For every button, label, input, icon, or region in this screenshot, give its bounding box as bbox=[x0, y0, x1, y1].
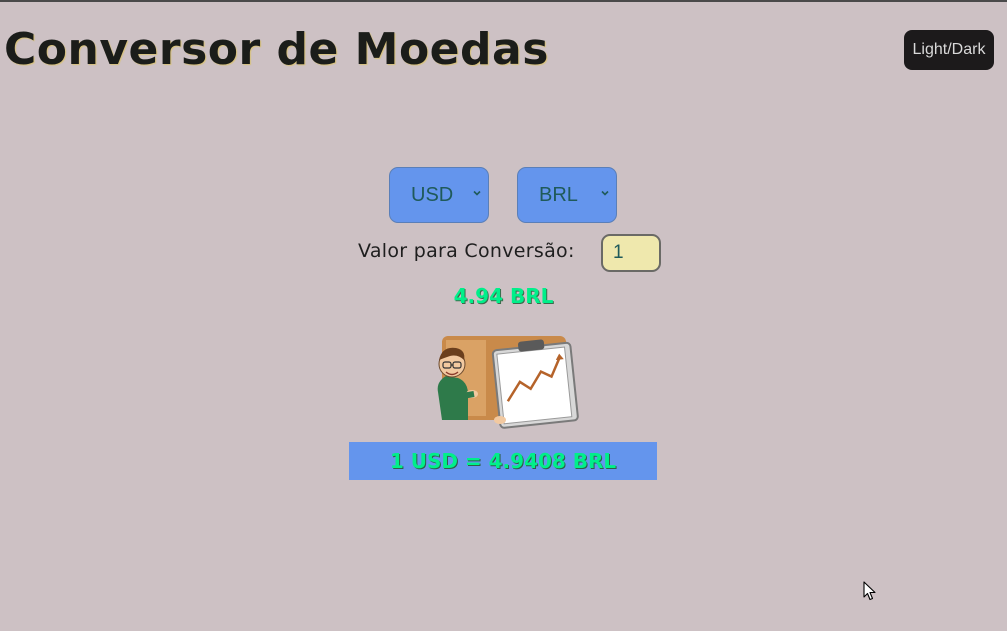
to-currency-value: BRL bbox=[539, 183, 578, 206]
from-currency-select[interactable]: USD bbox=[389, 167, 489, 223]
exchange-rate-bar: 1 USD = 4.9408 BRL bbox=[349, 442, 657, 480]
amount-input[interactable] bbox=[601, 234, 661, 272]
amount-label: Valor para Conversão: bbox=[358, 240, 575, 262]
page-title: Conversor de Moedas bbox=[4, 24, 549, 75]
chevron-down-icon bbox=[601, 190, 609, 196]
chevron-down-icon bbox=[473, 190, 481, 196]
conversion-result: 4.94 BRL bbox=[453, 284, 554, 308]
analyst-chart-illustration bbox=[437, 336, 579, 429]
theme-toggle-button[interactable]: Light/Dark bbox=[904, 30, 994, 70]
to-currency-select[interactable]: BRL bbox=[517, 167, 617, 223]
from-currency-value: USD bbox=[411, 183, 454, 206]
mouse-pointer-icon bbox=[863, 581, 876, 601]
